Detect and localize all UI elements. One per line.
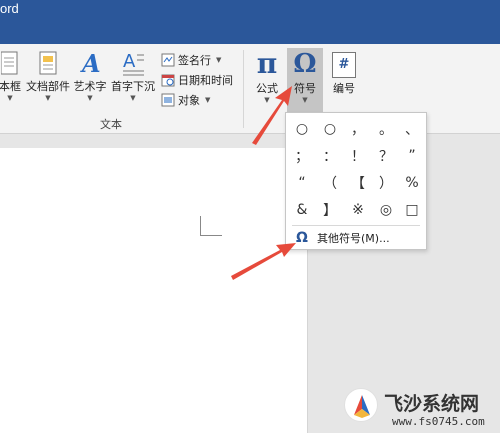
arrow-to-more-symbols	[231, 243, 296, 280]
watermark-logo	[344, 388, 378, 422]
watermark-title: 飞沙系统网	[384, 393, 480, 415]
watermark: 飞沙系统网 www.fs0745.com	[340, 384, 500, 433]
watermark-url: www.fs0745.com	[392, 415, 485, 428]
annotation-arrows	[231, 86, 296, 280]
arrow-to-symbol-button	[252, 86, 292, 145]
